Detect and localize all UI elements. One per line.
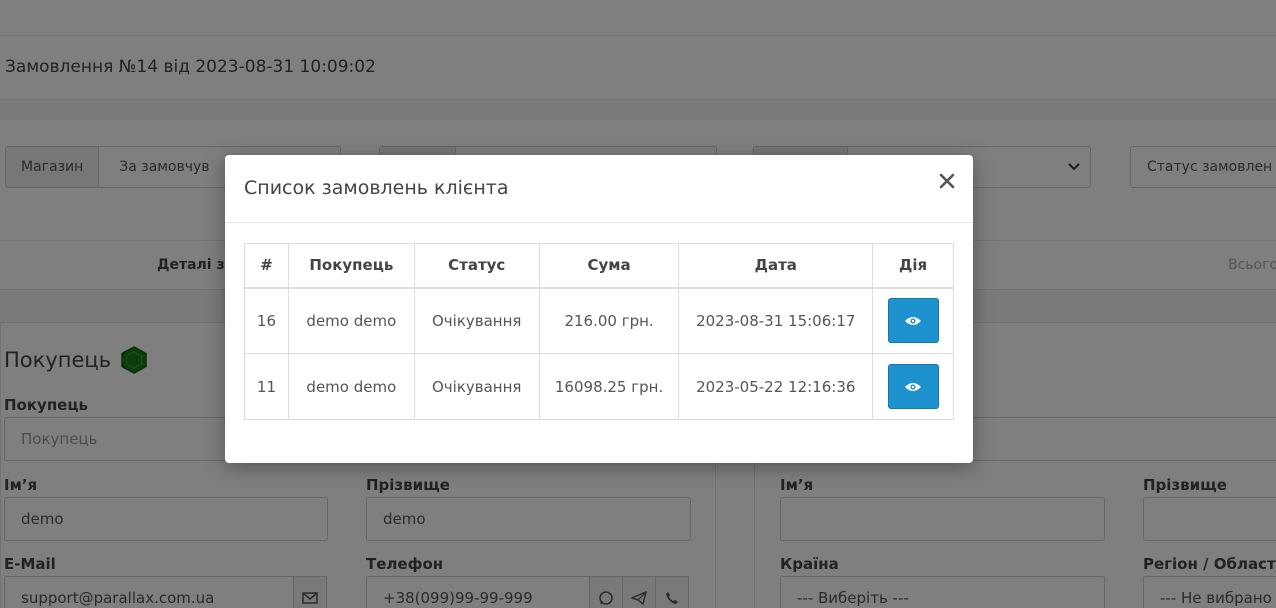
order-date: 2023-05-22 12:16:36 — [678, 353, 874, 420]
view-order-button[interactable] — [887, 364, 939, 409]
column-header-total: Сума — [538, 243, 680, 289]
table-header-row: # Покупець Статус Сума Дата Дія — [244, 243, 954, 289]
column-header-action: Дія — [872, 243, 954, 289]
column-header-customer: Покупець — [287, 243, 415, 289]
order-date: 2023-08-31 15:06:17 — [678, 287, 874, 354]
order-action-cell — [872, 353, 954, 420]
order-total: 216.00 грн. — [538, 287, 680, 354]
orders-table: # Покупець Статус Сума Дата Дія 16 demo … — [244, 243, 954, 420]
column-header-date: Дата — [678, 243, 874, 289]
customer-orders-modal: Список замовлень клієнта # Покупець Стат… — [225, 155, 973, 463]
modal-header: Список замовлень клієнта — [225, 155, 973, 223]
order-total: 16098.25 грн. — [538, 353, 680, 420]
order-customer: demo demo — [287, 287, 415, 354]
order-id: 16 — [244, 287, 289, 354]
column-header-id: # — [244, 243, 289, 289]
view-order-button[interactable] — [887, 298, 939, 344]
order-status: Очікування — [413, 287, 540, 354]
close-icon[interactable] — [935, 169, 959, 193]
eye-icon — [905, 316, 922, 325]
table-row: 16 demo demo Очікування 216.00 грн. 2023… — [244, 287, 954, 354]
eye-icon — [905, 382, 922, 391]
order-id: 11 — [244, 353, 289, 420]
order-status: Очікування — [413, 353, 540, 420]
order-action-cell — [872, 287, 954, 354]
column-header-status: Статус — [413, 243, 540, 289]
order-customer: demo demo — [287, 353, 415, 420]
modal-title: Список замовлень клієнта — [244, 177, 509, 199]
table-row: 11 demo demo Очікування 16098.25 грн. 20… — [244, 353, 954, 420]
